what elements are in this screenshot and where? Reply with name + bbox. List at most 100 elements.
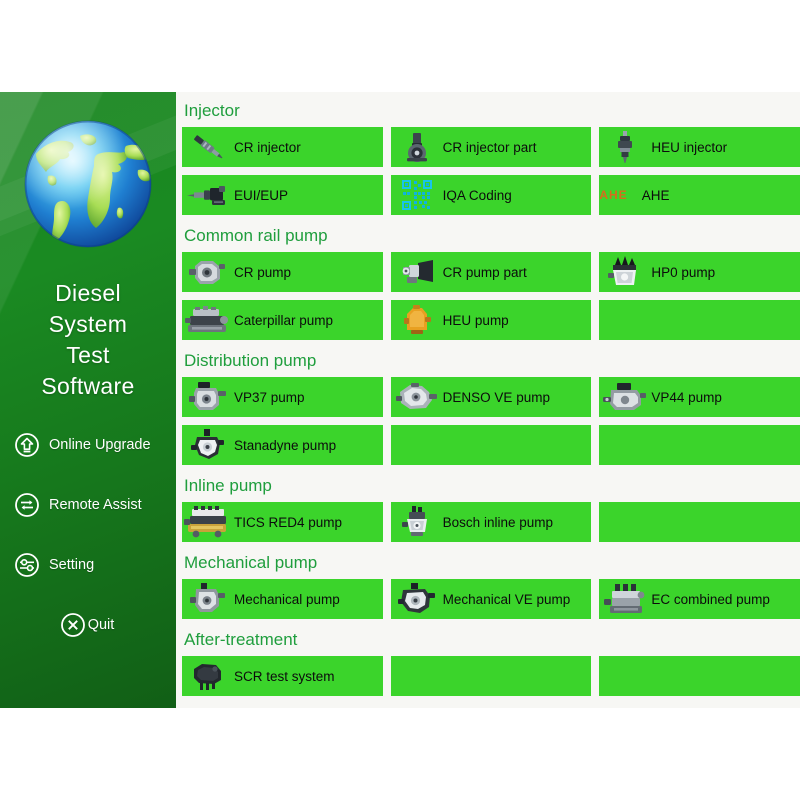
tile-label: Bosch inline pump	[442, 514, 553, 530]
ec-combined-pump-icon	[599, 580, 651, 618]
stanadyne-pump-icon	[182, 426, 234, 464]
section-title: Injector	[184, 101, 240, 120]
tile-label: HEU injector	[651, 139, 728, 155]
tile-label: IQA Coding	[442, 187, 512, 203]
heu-pump-icon	[391, 301, 443, 339]
tile-label: Mechanical pump	[234, 591, 340, 607]
tile-label: HEU pump	[442, 312, 509, 328]
tile-hp0-pump[interactable]: HP0 pump	[599, 252, 800, 292]
vp37-pump-icon	[182, 378, 234, 416]
tile-placeholder	[599, 300, 800, 340]
tile-label: CR pump part	[442, 264, 527, 280]
section-inline-pump: Inline pump TICS RED4 pump Bosch inline …	[182, 473, 800, 542]
tile-label: CR injector part	[442, 139, 537, 155]
app-title-line-4: Software	[41, 373, 135, 399]
app-title-line-1: Diesel	[55, 280, 121, 306]
tile-label: Mechanical VE pump	[442, 591, 571, 607]
tics-red4-pump-icon	[182, 503, 234, 541]
section-after-treatment: After-treatment SCR test system	[182, 627, 800, 696]
injector-part-icon	[391, 128, 443, 166]
tile-heu-pump[interactable]: HEU pump	[390, 300, 592, 340]
sidebar-item-label: Remote Assist	[49, 497, 142, 513]
tile-row: EUI/EUP IQA Coding AHE AHE	[182, 175, 800, 215]
sidebar-item-label: Setting	[49, 557, 95, 573]
denso-ve-pump-icon	[391, 378, 443, 416]
tile-cr-pump[interactable]: CR pump	[182, 252, 383, 292]
section-title: Common rail pump	[184, 226, 328, 245]
tile-placeholder	[599, 502, 800, 542]
sidebar: Diesel System Test Software Online Upgra…	[0, 92, 176, 708]
tile-cr-injector-part[interactable]: CR injector part	[390, 127, 592, 167]
tile-eui-eup[interactable]: EUI/EUP	[182, 175, 383, 215]
tile-label: CR pump	[234, 264, 292, 280]
vp44-pump-icon	[599, 378, 651, 416]
ahe-text-icon: AHE	[599, 188, 628, 202]
tile-caterpillar-pump[interactable]: Caterpillar pump	[182, 300, 383, 340]
sidebar-item-setting[interactable]: Setting	[14, 548, 176, 582]
sidebar-menu: Online Upgrade Remote Assist Setting Qui…	[0, 428, 176, 642]
tile-label: EUI/EUP	[234, 187, 289, 203]
sidebar-item-online-upgrade[interactable]: Online Upgrade	[14, 428, 176, 462]
slider-circle-icon	[14, 552, 40, 578]
tile-label: AHE	[641, 187, 670, 203]
tile-ahe[interactable]: AHE AHE	[599, 175, 800, 215]
sidebar-item-quit[interactable]: Quit	[14, 608, 176, 642]
tile-mechanical-pump[interactable]: Mechanical pump	[182, 579, 383, 619]
tile-label: DENSO VE pump	[442, 389, 550, 405]
tile-label: TICS RED4 pump	[234, 514, 343, 530]
hp0-pump-icon	[599, 253, 651, 291]
tile-vp44-pump[interactable]: VP44 pump	[599, 377, 800, 417]
section-injector: Injector CR injector CR injector part HE…	[182, 98, 800, 215]
tile-row: SCR test system	[182, 656, 800, 696]
tile-row: Mechanical pump Mechanical VE pump EC co…	[182, 579, 800, 619]
tile-scr-test-system[interactable]: SCR test system	[182, 656, 383, 696]
tile-row: Caterpillar pump HEU pump	[182, 300, 800, 340]
tile-row: VP37 pump DENSO VE pump VP44 pump	[182, 377, 800, 417]
content-area: Injector CR injector CR injector part HE…	[176, 92, 800, 708]
tile-mechanical-ve-pump[interactable]: Mechanical VE pump	[390, 579, 592, 619]
upload-circle-icon	[14, 432, 40, 458]
tile-tics-red4-pump[interactable]: TICS RED4 pump	[182, 502, 383, 542]
tile-label: SCR test system	[234, 668, 335, 684]
app-title-line-3: Test	[66, 342, 110, 368]
qr-code-icon	[391, 176, 443, 214]
tile-denso-ve-pump[interactable]: DENSO VE pump	[390, 377, 592, 417]
eui-eup-icon	[182, 176, 234, 214]
sidebar-item-remote-assist[interactable]: Remote Assist	[14, 488, 176, 522]
section-distribution-pump: Distribution pump VP37 pump DENSO VE pum…	[182, 348, 800, 465]
tile-heu-injector[interactable]: HEU injector	[599, 127, 800, 167]
injector-icon	[182, 128, 234, 166]
section-common-rail-pump: Common rail pump CR pump CR pump part HP…	[182, 223, 800, 340]
tile-stanadyne-pump[interactable]: Stanadyne pump	[182, 425, 383, 465]
tile-cr-injector[interactable]: CR injector	[182, 127, 383, 167]
globe-icon	[14, 110, 162, 258]
tile-cr-pump-part[interactable]: CR pump part	[390, 252, 592, 292]
tile-placeholder	[390, 656, 592, 696]
caterpillar-pump-icon	[182, 301, 234, 339]
cr-pump-icon	[182, 253, 234, 291]
tile-placeholder	[390, 425, 592, 465]
mechanical-ve-pump-icon	[391, 580, 443, 618]
tile-vp37-pump[interactable]: VP37 pump	[182, 377, 383, 417]
tile-label: VP44 pump	[651, 389, 722, 405]
tile-row: TICS RED4 pump Bosch inline pump	[182, 502, 800, 542]
tile-label: VP37 pump	[234, 389, 305, 405]
mechanical-pump-icon	[182, 580, 234, 618]
heu-injector-icon	[599, 128, 651, 166]
tile-row: Stanadyne pump	[182, 425, 800, 465]
tile-placeholder	[599, 656, 800, 696]
tile-ec-combined-pump[interactable]: EC combined pump	[599, 579, 800, 619]
exchange-circle-icon	[14, 492, 40, 518]
tile-row: CR injector CR injector part HEU injecto…	[182, 127, 800, 167]
app-window: Diesel System Test Software Online Upgra…	[0, 0, 800, 800]
tile-label: EC combined pump	[651, 591, 770, 607]
bosch-inline-pump-icon	[391, 503, 443, 541]
app-title: Diesel System Test Software	[0, 278, 176, 402]
section-title: Distribution pump	[184, 351, 317, 370]
tile-iqa-coding[interactable]: IQA Coding	[390, 175, 592, 215]
section-title: After-treatment	[184, 630, 298, 649]
tile-placeholder	[599, 425, 800, 465]
tile-bosch-inline-pump[interactable]: Bosch inline pump	[390, 502, 592, 542]
app-title-line-2: System	[48, 311, 128, 337]
cr-pump-part-icon	[391, 253, 443, 291]
